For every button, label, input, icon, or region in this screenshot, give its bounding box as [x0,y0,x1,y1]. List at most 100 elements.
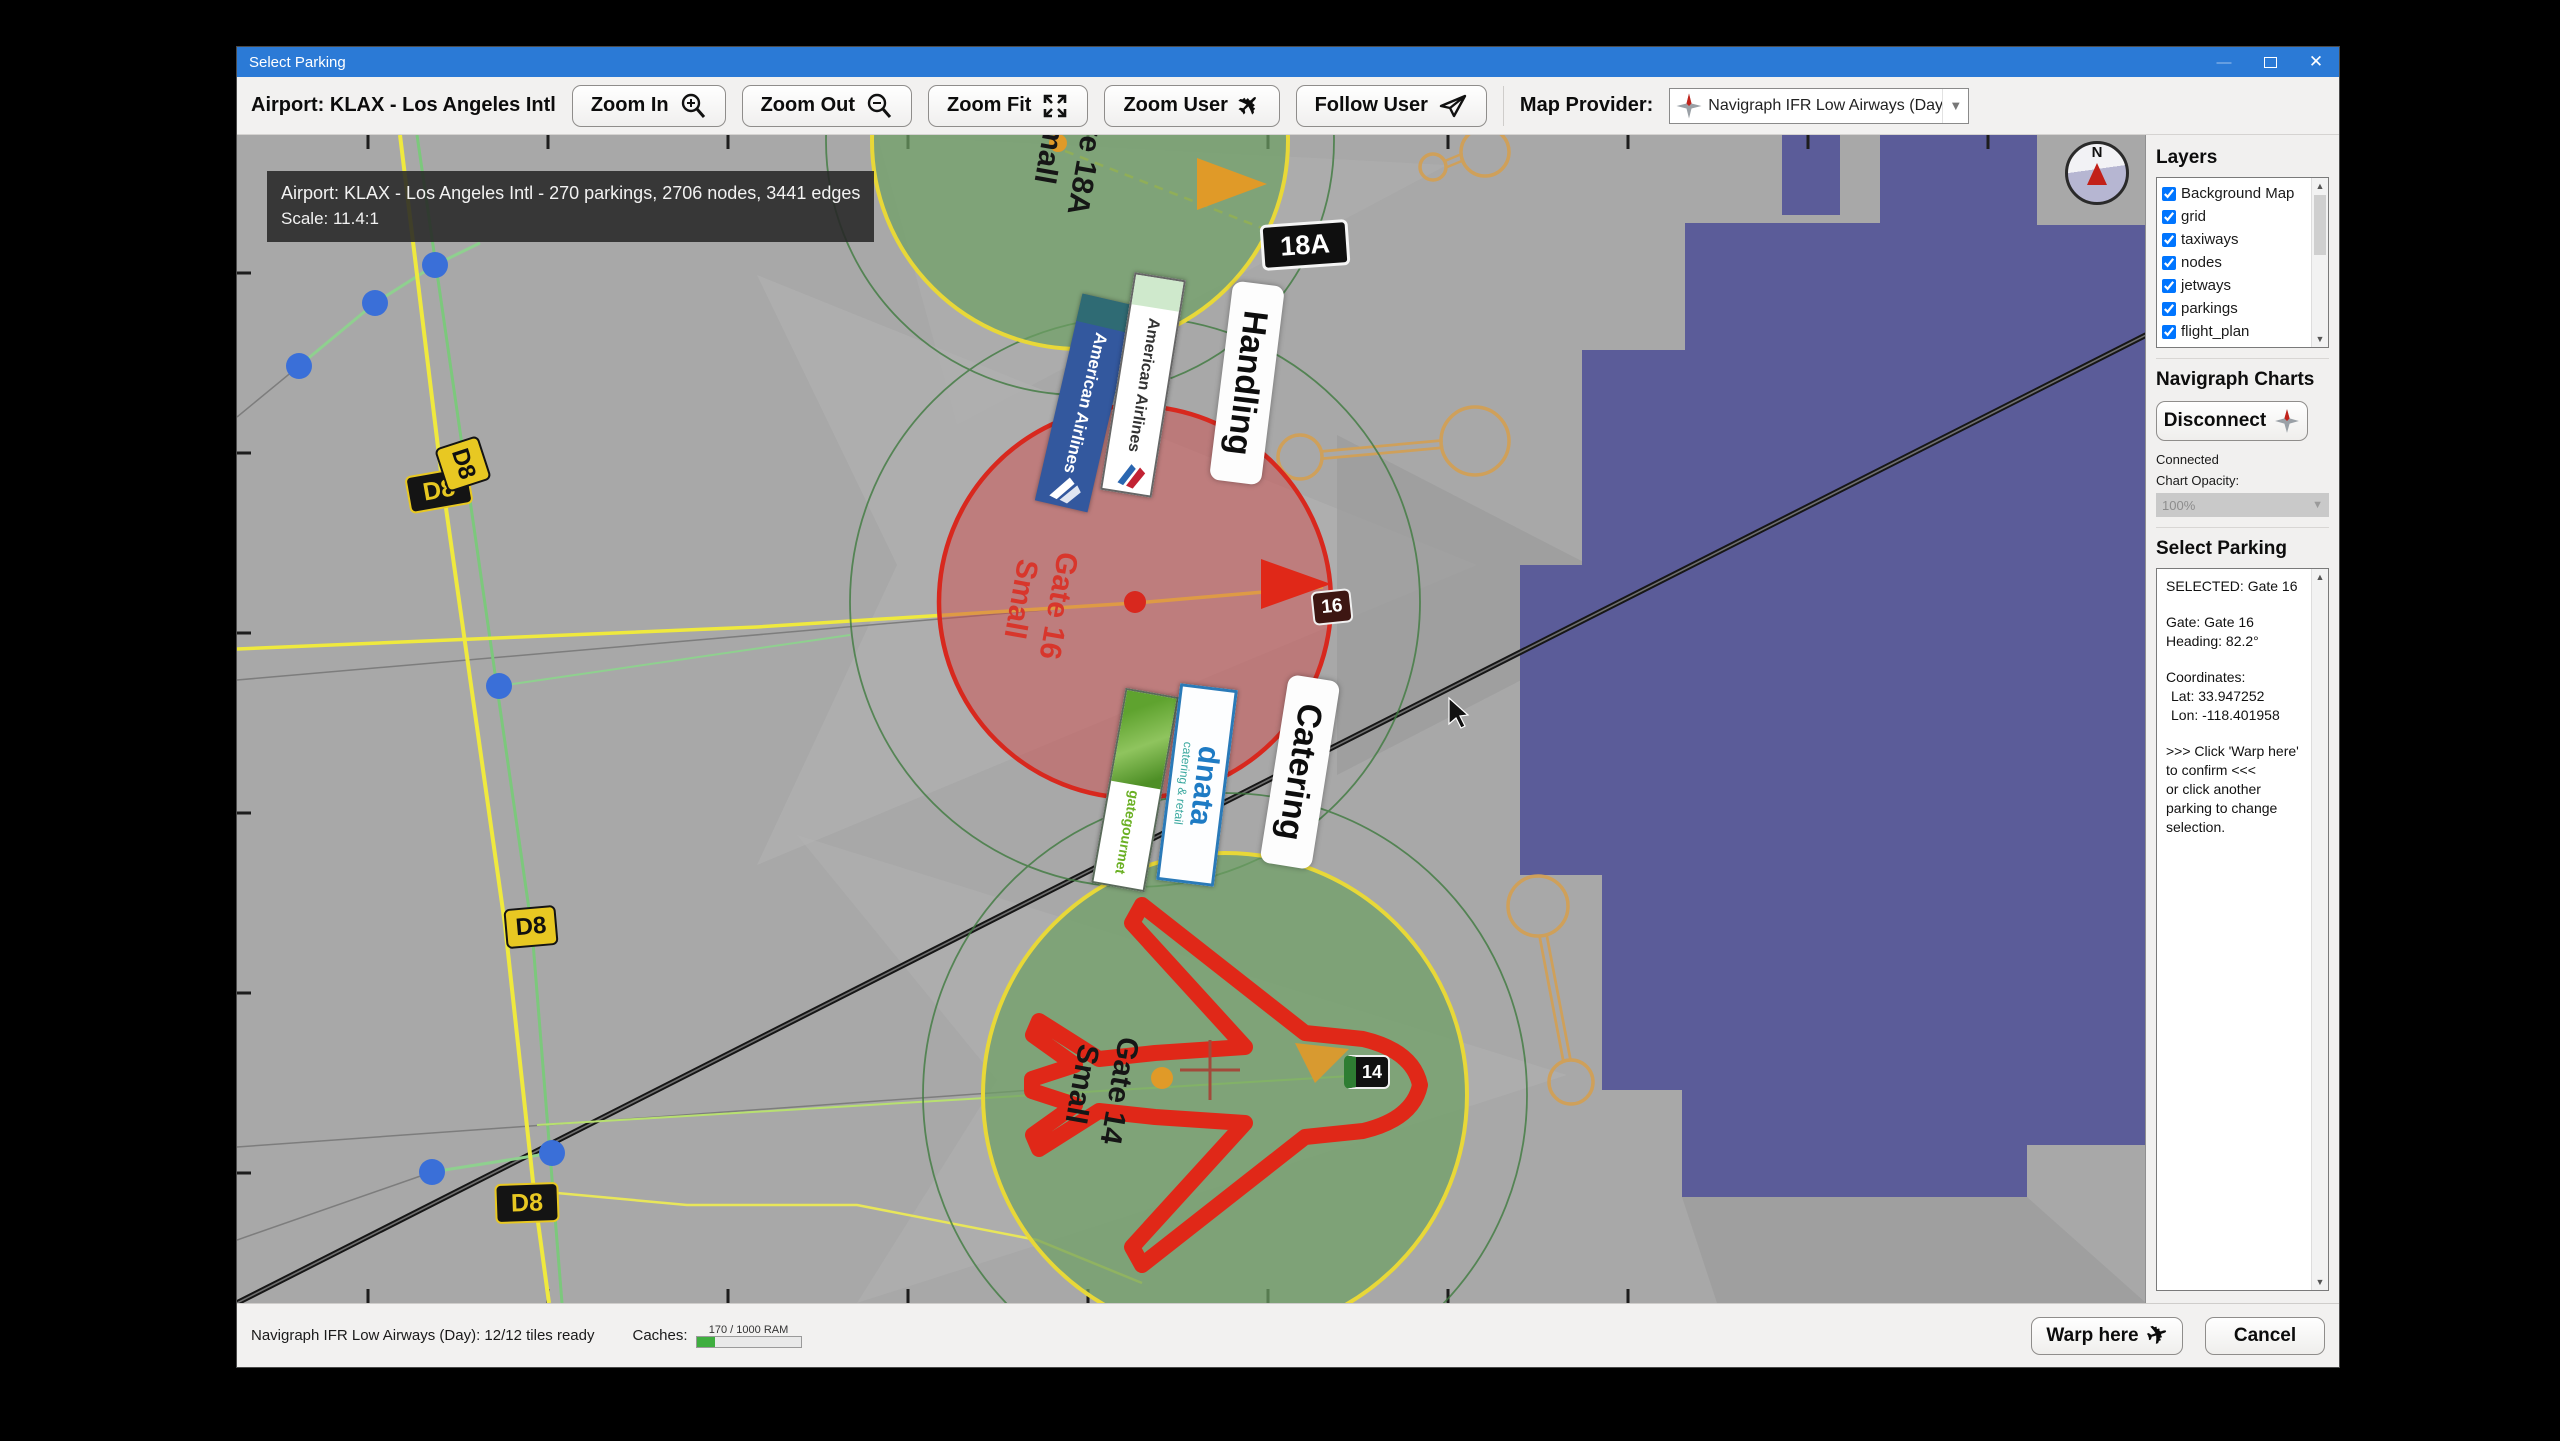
map-info-overlay: Airport: KLAX - Los Angeles Intl - 270 p… [267,171,874,242]
close-icon: ✕ [2309,52,2323,72]
follow-user-button[interactable]: Follow User [1296,85,1487,127]
taxi-sign-18a: 18A [1260,219,1351,271]
cancel-button[interactable]: Cancel [2205,1317,2325,1355]
taxi-nodes [286,252,565,1185]
parking-details-scrollbar[interactable]: ▲ ▼ [2311,569,2328,1290]
layer-item-grid[interactable]: grid [2162,205,2308,228]
zoom-user-label: Zoom User [1123,94,1227,117]
caches-label: Caches: [632,1327,687,1344]
banner-header [1131,275,1183,312]
orange-node [1151,1067,1173,1089]
layer-item-background-map[interactable]: Background Map [2162,182,2308,205]
screen: Select Parking — ✕ Airport: KLAX - Los A… [0,0,2560,1441]
aa-eagle-icon [1045,469,1087,506]
expand-arrows-icon [1041,92,1069,120]
chevron-down-icon[interactable]: ▼ [1942,89,1968,123]
confirm-instruction: >>> Click 'Warp here' to confirm <<< [2166,742,2302,780]
maximize-icon [2264,57,2277,68]
disconnect-label: Disconnect [2164,410,2266,432]
change-instruction: or click another parking to change selec… [2166,780,2302,837]
toolbar: Airport: KLAX - Los Angeles Intl Zoom In… [237,77,2339,135]
select-parking-window: Select Parking — ✕ Airport: KLAX - Los A… [237,47,2339,1367]
scroll-up-icon[interactable]: ▲ [2312,178,2328,194]
paper-plane-icon [1438,92,1468,120]
layer-checkbox[interactable] [2162,302,2176,316]
jet-icon: ✈ [2143,1320,2171,1350]
caches-progress-fill [697,1337,716,1347]
airplane-icon: ✈ [1232,88,1267,123]
scroll-up-icon[interactable]: ▲ [2312,569,2328,585]
airport-label: Airport: KLAX - Los Angeles Intl [251,94,556,117]
banner-text: gategourmet [1112,789,1142,875]
layer-item-parkings[interactable]: parkings [2162,297,2308,320]
taxiway-yellow-line [400,135,549,1303]
scroll-down-icon[interactable]: ▼ [2312,331,2328,347]
caches-indicator: Caches: 170 / 1000 RAM [632,1324,801,1348]
disconnect-button[interactable]: Disconnect [2156,401,2308,441]
warp-here-button[interactable]: Warp here ✈ [2031,1317,2183,1355]
follow-user-label: Follow User [1315,94,1428,117]
connection-status: Connected [2156,452,2329,467]
warp-here-label: Warp here [2046,1325,2138,1347]
panel-divider [2156,527,2329,528]
heading-line: Heading: 82.2° [2166,632,2302,651]
select-parking-heading: Select Parking [2156,538,2329,560]
terminal-building-block [1782,135,1840,215]
scrollbar-thumb[interactable] [2314,195,2326,255]
minimize-button[interactable]: — [2201,47,2247,77]
main-area: Gate 18ASmall Gate 16Small Gate 14Small … [237,135,2339,1303]
terminal-building [1520,135,2146,1197]
layer-checkbox[interactable] [2162,279,2176,293]
map-info-scale: Scale: 11.4:1 [281,206,860,232]
compass-north-label: N [2092,145,2103,161]
selected-parking-line: SELECTED: Gate 16 [2166,577,2302,596]
cancel-label: Cancel [2234,1325,2296,1347]
minimize-icon: — [2217,54,2232,71]
taxiway-green-line [417,135,562,1303]
maximize-button[interactable] [2247,47,2293,77]
layers-listbox: Background Map grid taxiways nodes jetwa… [2156,177,2329,348]
zoom-out-label: Zoom Out [761,94,855,117]
magnifier-minus-icon [865,92,893,120]
layers-heading: Layers [2156,147,2329,169]
window-title: Select Parking [237,54,2201,71]
status-bar: Navigraph IFR Low Airways (Day): 12/12 t… [237,1303,2339,1367]
layers-scrollbar[interactable]: ▲ ▼ [2311,178,2328,347]
caches-progress-bar [696,1336,802,1348]
caches-value: 170 / 1000 RAM [709,1324,789,1336]
layer-item-jetways[interactable]: jetways [2162,274,2308,297]
layer-checkbox[interactable] [2162,256,2176,270]
zoom-user-button[interactable]: Zoom User ✈ [1104,85,1279,127]
taxi-sign-d8: D8 [503,905,558,949]
chevron-down-icon: ▼ [2312,499,2323,511]
layer-item-flight-plan[interactable]: flight_plan [2162,320,2308,343]
zoom-out-button[interactable]: Zoom Out [742,85,912,127]
airport-map[interactable]: Gate 18ASmall Gate 16Small Gate 14Small … [237,135,2146,1303]
scroll-down-icon[interactable]: ▼ [2312,1274,2328,1290]
right-panel: Layers Background Map grid taxiways node… [2146,135,2339,1303]
layer-checkbox[interactable] [2162,233,2176,247]
map-provider-value: Navigraph IFR Low Airways (Day) [1708,97,1942,115]
compass-rose: N [2065,141,2129,205]
panel-divider [2156,358,2329,359]
chart-opacity-control[interactable]: 100% ▼ [2156,493,2329,517]
parking-details-box: SELECTED: Gate 16 Gate: Gate 16 Heading:… [2156,568,2329,1291]
map-provider-select[interactable]: Navigraph IFR Low Airways (Day) ▼ [1669,88,1969,124]
layer-item-taxiways[interactable]: taxiways [2162,228,2308,251]
longitude-line: Lon: -118.401958 [2166,706,2302,725]
map-provider-label: Map Provider: [1520,94,1653,117]
layer-item-nodes[interactable]: nodes [2162,251,2308,274]
chart-opacity-label: Chart Opacity: [2156,473,2329,488]
layer-checkbox[interactable] [2162,325,2176,339]
layer-checkbox[interactable] [2162,210,2176,224]
taxi-sign-d8: D8 [494,1182,559,1224]
zoom-in-button[interactable]: Zoom In [572,85,726,127]
map-info-line1: Airport: KLAX - Los Angeles Intl - 270 p… [281,180,860,206]
title-bar[interactable]: Select Parking — ✕ [237,47,2339,77]
layer-checkbox[interactable] [2162,187,2176,201]
tiles-status: Navigraph IFR Low Airways (Day): 12/12 t… [251,1327,594,1344]
gate-line: Gate: Gate 16 [2166,613,2302,632]
gate-sign-14: 14 [1344,1055,1390,1089]
close-button[interactable]: ✕ [2293,47,2339,77]
zoom-fit-button[interactable]: Zoom Fit [928,85,1088,127]
